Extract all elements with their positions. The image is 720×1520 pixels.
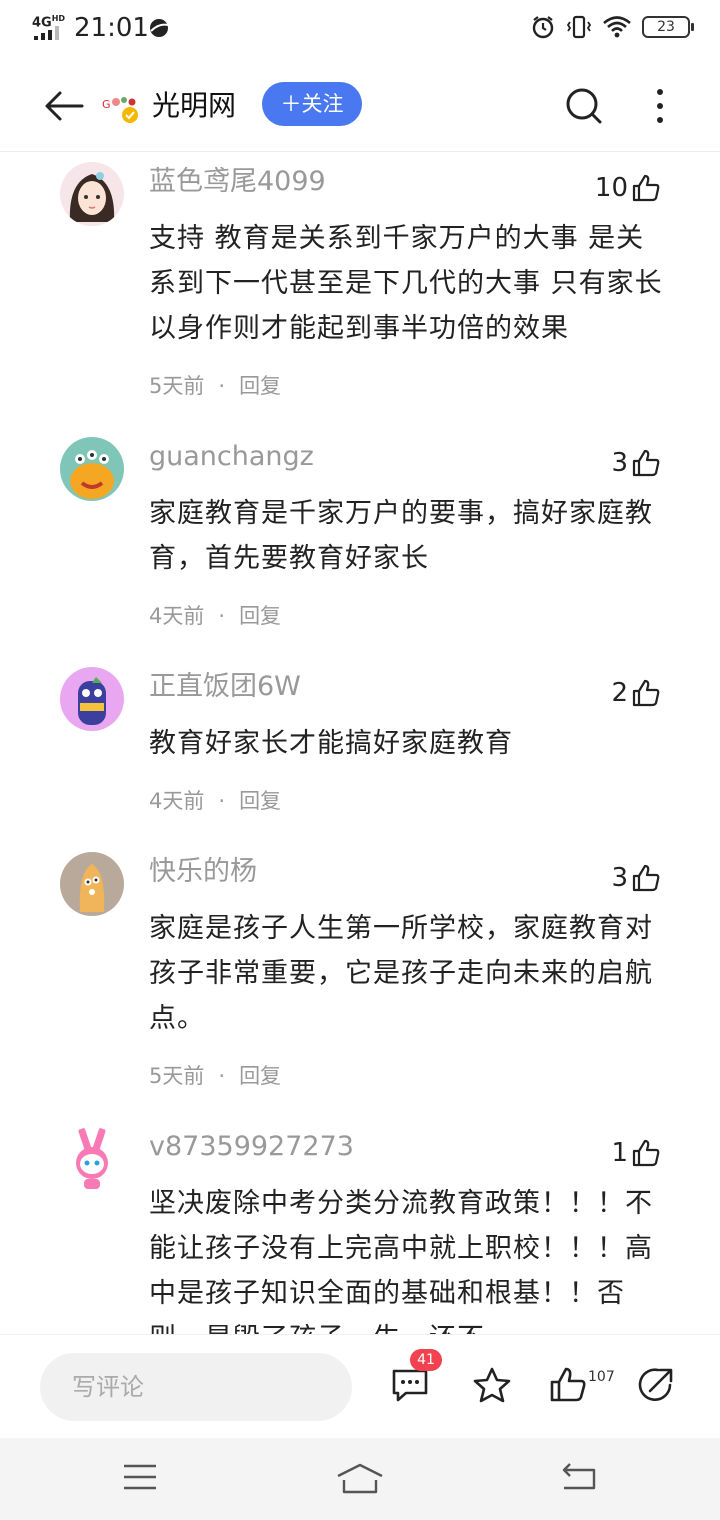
comment-time: 4天前: [149, 789, 205, 813]
channel-logo: G: [102, 97, 138, 123]
comment-like-button[interactable]: 2: [611, 677, 662, 709]
comment-username[interactable]: 蓝色鸢尾4099: [149, 164, 326, 200]
comment-meta: 4天前 · 回复: [149, 789, 282, 813]
comment-item: 蓝色鸢尾4099 10 支持 教育是关系到千家万户的大事 是关系到下一代甚至是下…: [0, 152, 720, 412]
comment-item: guanchangz 3 家庭教育是千家万户的要事，搞好家庭教育，首先要教育好家…: [0, 427, 720, 647]
back-arrow-icon[interactable]: [42, 84, 86, 128]
thumbs-up-icon: [632, 1139, 660, 1167]
clock: 21:01: [74, 13, 149, 43]
avatar[interactable]: [60, 667, 124, 731]
user-avatar-image: [69, 172, 115, 222]
comment-username[interactable]: v87359927273: [149, 1129, 354, 1165]
status-bar: 4GHD 21:01 23: [0, 0, 720, 58]
user-avatar-image: [79, 864, 105, 912]
comments-icon[interactable]: [390, 1365, 430, 1405]
battery-indicator: 23: [642, 16, 694, 38]
reply-button[interactable]: 回复: [239, 1064, 281, 1088]
comment-like-count: 1: [611, 1138, 628, 1168]
comment-like-count: 3: [611, 448, 628, 478]
svg-text:G: G: [102, 98, 111, 111]
comment-username[interactable]: 快乐的杨: [149, 854, 257, 890]
top-bar: G 光明网 ＋关注: [0, 58, 720, 152]
comment-text: 坚决废除中考分类分流教育政策！！！不能让孩子没有上完高中就上职校！！！高中是孩子…: [149, 1188, 653, 1334]
thumbs-up-icon: [632, 174, 660, 202]
comment-like-button[interactable]: 3: [611, 862, 662, 894]
comment-text: 家庭是孩子人生第一所学校，家庭教育对孩子非常重要，它是孩子走向未来的启航点。: [149, 913, 653, 1034]
comment-like-count: 3: [611, 863, 628, 893]
comment-time: 4天前: [149, 604, 205, 628]
comment-time: 5天前: [149, 374, 205, 398]
share-icon[interactable]: [636, 1365, 676, 1405]
channel-name[interactable]: 光明网: [152, 86, 236, 126]
comment-like-button[interactable]: 3: [611, 447, 662, 479]
comment-text: 支持 教育是关系到千家万户的大事 是关系到下一代甚至是下几代的大事 只有家长以身…: [149, 223, 663, 344]
thumbs-up-icon: [632, 864, 660, 892]
comment-list: 蓝色鸢尾4099 10 支持 教育是关系到千家万户的大事 是关系到下一代甚至是下…: [0, 152, 720, 1334]
more-vertical-icon[interactable]: [648, 84, 672, 128]
home-icon[interactable]: [336, 1462, 384, 1496]
comment-item: 快乐的杨 3 家庭是孩子人生第一所学校，家庭教育对孩子非常重要，它是孩子走向未来…: [0, 842, 720, 1102]
comment-username[interactable]: 正直饭团6W: [149, 669, 301, 705]
action-bar: 写评论 41 107: [0, 1334, 720, 1438]
user-avatar-image: [76, 1127, 108, 1189]
wifi-icon: [603, 16, 631, 38]
user-avatar-image: [70, 450, 114, 499]
comment-like-count: 2: [611, 678, 628, 708]
comment-text: 家庭教育是千家万户的要事，搞好家庭教育，首先要教育好家长: [149, 498, 653, 574]
reply-button[interactable]: 回复: [239, 789, 281, 813]
menu-icon[interactable]: [122, 1462, 158, 1492]
comment-meta: 4天前 · 回复: [149, 604, 282, 628]
system-nav-bar: [0, 1438, 720, 1520]
comment-like-count: 10: [594, 173, 628, 203]
like-count: 107: [588, 1369, 615, 1385]
alarm-icon: [532, 16, 554, 39]
avatar[interactable]: [60, 1127, 124, 1191]
thumbs-up-icon: [632, 679, 660, 707]
comment-meta: 5天前 · 回复: [149, 374, 282, 398]
avatar[interactable]: [60, 162, 124, 226]
status-icons: 23: [530, 14, 694, 40]
comment-meta: 5天前 · 回复: [149, 1064, 282, 1088]
star-icon[interactable]: [472, 1365, 512, 1405]
user-avatar-image: [78, 677, 106, 725]
search-icon[interactable]: [562, 84, 606, 128]
thumbs-up-icon[interactable]: [548, 1365, 588, 1405]
back-icon[interactable]: [560, 1462, 598, 1492]
comment-like-button[interactable]: 10: [595, 172, 662, 204]
comment-username[interactable]: guanchangz: [149, 439, 314, 475]
app-notification-icon: [150, 19, 169, 37]
comment-item: 正直饭团6W 2 教育好家长才能搞好家庭教育 4天前 · 回复: [0, 657, 720, 837]
avatar[interactable]: [60, 852, 124, 916]
reply-button[interactable]: 回复: [239, 374, 281, 398]
avatar[interactable]: [60, 437, 124, 501]
signal-icon: [34, 26, 59, 40]
reply-button[interactable]: 回复: [239, 604, 281, 628]
comment-item: v87359927273 1 坚决废除中考分类分流教育政策！！！不能让孩子没有上…: [0, 1117, 720, 1334]
comment-count-badge: 41: [410, 1349, 442, 1371]
comment-input[interactable]: 写评论: [40, 1353, 352, 1421]
vibrate-icon: [566, 15, 592, 39]
follow-button[interactable]: ＋关注: [262, 82, 362, 126]
comment-text: 教育好家长才能搞好家庭教育: [149, 728, 513, 759]
thumbs-up-icon: [632, 449, 660, 477]
comment-like-button[interactable]: 1: [611, 1137, 662, 1169]
comment-time: 5天前: [149, 1064, 205, 1088]
